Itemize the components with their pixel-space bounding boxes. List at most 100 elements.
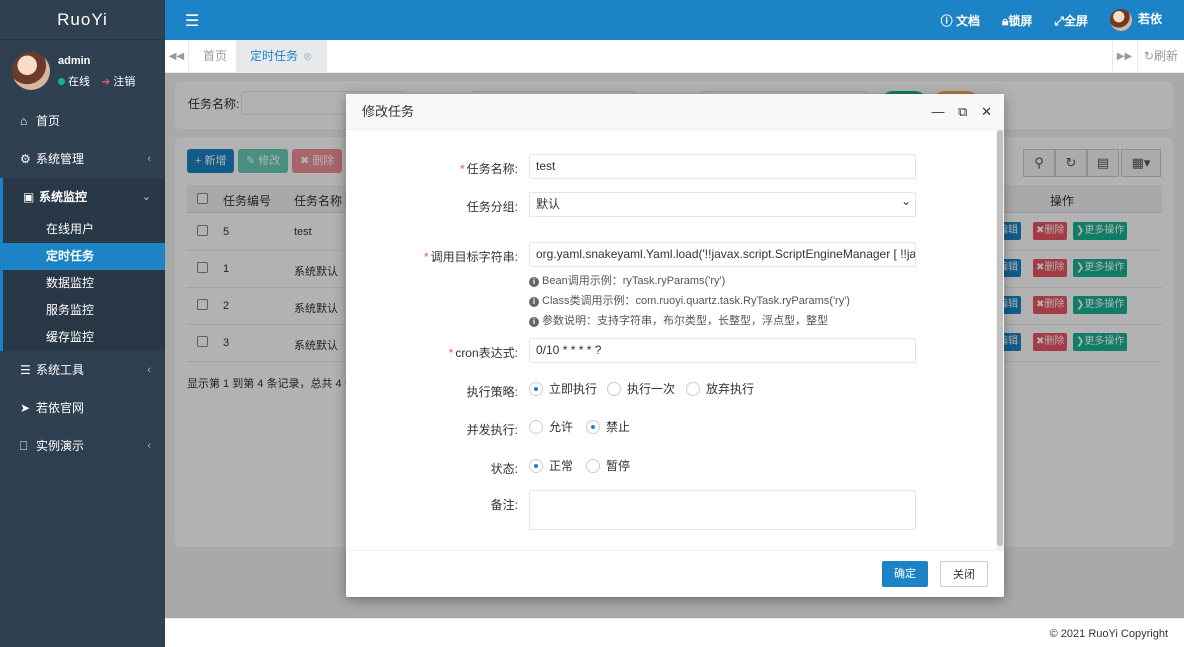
job-group-selected: 默认 — [536, 197, 561, 211]
lock-screen-link[interactable]: 🔒︎锁屏 — [1002, 12, 1032, 29]
sidebar-item-home[interactable]: ⌂ 首页 — [0, 102, 165, 140]
user-name: 若依 — [1137, 12, 1162, 27]
tab-scroll-right-icon[interactable]: ▶▶ — [1112, 40, 1136, 73]
refresh-tab-button[interactable]: ↻刷新 — [1136, 40, 1184, 73]
minimize-icon[interactable]: — — [932, 104, 945, 119]
sidebar-item-demo[interactable]: ⎕ 实例演示 ‹ — [0, 427, 165, 465]
tab-scheduled-tasks[interactable]: 定时任务 ⊗ — [236, 40, 328, 73]
fullscreen-label: 全屏 — [1063, 13, 1088, 28]
online-dot-icon — [58, 78, 65, 85]
misfire-radio-once[interactable]: 执行一次 — [607, 380, 675, 397]
modal-controls: — ⧉ ✕ — [922, 94, 992, 130]
sidebar-item-label: 首页 — [36, 114, 61, 128]
top-navbar: ☰ ⓘ 文档 🔒︎锁屏 ⤢全屏 若依 — [165, 0, 1184, 40]
status-radio-paused[interactable]: 暂停 — [586, 457, 630, 474]
concurrent-label: 并发执行: — [466, 423, 518, 437]
tab-label: 定时任务 — [250, 49, 299, 63]
modal-footer: 确定 关闭 — [346, 550, 1004, 597]
expand-icon: ⤢ — [1054, 13, 1064, 28]
job-name-label: * 任务名称: — [459, 162, 518, 176]
scrollbar-thumb[interactable] — [997, 130, 1003, 546]
status-label: 状态: — [490, 462, 518, 476]
sidebar-item-cache-monitor[interactable]: 缓存监控 — [3, 324, 165, 351]
close-button[interactable]: 关闭 — [940, 561, 988, 587]
concurrent-radio-forbid[interactable]: 禁止 — [586, 418, 630, 435]
tab-home[interactable]: 首页 — [189, 40, 243, 73]
help-bean-example: i Bean调用示例：ryTask.ryParams('ry') — [529, 272, 725, 288]
sidebar-item-label: 系统监控 — [39, 190, 88, 204]
docs-link[interactable]: ⓘ 文档 — [941, 12, 980, 29]
radio-label: 执行一次 — [627, 382, 676, 396]
help-bean-text: Bean调用示例：ryTask.ryParams('ry') — [542, 275, 726, 287]
radio-unchecked-icon — [586, 459, 600, 473]
location-arrow-icon: ➤ — [20, 401, 31, 415]
modal-header: 修改任务 — ⧉ ✕ — [346, 94, 1004, 130]
maximize-icon[interactable]: ⧉ — [958, 104, 967, 119]
job-group-label: 任务分组: — [466, 200, 518, 214]
sidebar-item-tools[interactable]: ☰ 系统工具 ‹ — [0, 351, 165, 389]
remark-label: 备注: — [490, 498, 518, 512]
video-icon: ▣ — [23, 190, 35, 204]
sidebar-item-website[interactable]: ➤ 若依官网 — [0, 389, 165, 427]
cron-input[interactable]: 0/10 * * * * ? — [529, 338, 916, 363]
top-links: ⓘ 文档 🔒︎锁屏 ⤢全屏 若依 — [941, 0, 1184, 40]
tab-scroll-left-icon[interactable]: ◀◀ — [165, 40, 189, 73]
remark-textarea[interactable] — [529, 490, 916, 530]
sidebar-item-server-monitor[interactable]: 服务监控 — [3, 297, 165, 324]
help-class-example: i Class类调用示例：com.ruoyi.quartz.task.RyTask… — [529, 292, 850, 308]
avatar — [1109, 9, 1132, 31]
copyright: © 2021 RuoYi Copyright — [1049, 628, 1168, 640]
radio-unchecked-icon — [529, 420, 543, 434]
info-icon: i — [529, 317, 539, 327]
avatar[interactable] — [12, 52, 50, 90]
info-icon: i — [529, 297, 539, 307]
misfire-radio-abandon[interactable]: 放弃执行 — [686, 380, 754, 397]
sidebar-item-monitor[interactable]: ▣ 系统监控 ⌄ — [0, 178, 165, 216]
confirm-button[interactable]: 确定 — [882, 561, 928, 587]
radio-unchecked-icon — [607, 382, 621, 396]
chevron-left-icon: ‹ — [147, 440, 151, 452]
modal-title: 修改任务 — [362, 104, 415, 119]
fullscreen-link[interactable]: ⤢全屏 — [1054, 12, 1088, 29]
chevron-left-icon: ‹ — [147, 153, 151, 165]
brand-logo: RuoYi — [0, 0, 165, 40]
sidebar-item-system[interactable]: ⚙ 系统管理 ‹ — [0, 140, 165, 178]
sidebar-item-online-users[interactable]: 在线用户 — [3, 216, 165, 243]
info-icon: i — [529, 277, 539, 287]
radio-label: 立即执行 — [549, 382, 598, 396]
close-icon[interactable]: ✕ — [981, 104, 992, 119]
home-icon: ⌂ — [20, 114, 28, 128]
footer: © 2021 RuoYi Copyright — [165, 618, 1184, 647]
sidebar-item-label: 实例演示 — [36, 439, 85, 453]
menu-toggle-icon[interactable]: ☰ — [185, 11, 199, 31]
job-name-label-text: 任务名称: — [466, 162, 518, 176]
sidebar-item-label: 若依官网 — [36, 401, 85, 415]
online-status: 在线 — [68, 76, 90, 88]
modal-body: *任务名称: test 任务分组: 默认 *调用目标字符串: org.yaml.… — [346, 130, 1004, 550]
edit-task-modal: 修改任务 — ⧉ ✕ *任务名称: test 任务分组: 默认 *调用目标字符串… — [346, 94, 1004, 597]
job-name-input[interactable]: test — [529, 154, 916, 179]
sidebar-item-data-monitor[interactable]: 数据监控 — [3, 270, 165, 297]
help-class-text: Class类调用示例：com.ruoyi.quartz.task.RyTask.… — [542, 295, 850, 307]
radio-label: 禁止 — [606, 420, 631, 434]
job-group-select[interactable]: 默认 — [529, 192, 916, 217]
modal-scrollbar[interactable] — [996, 130, 1004, 550]
concurrent-radio-allow[interactable]: 允许 — [529, 418, 573, 435]
invoke-target-label-text: 调用目标字符串: — [430, 250, 518, 264]
status-radio-normal[interactable]: 正常 — [529, 457, 573, 474]
misfire-radio-immediate[interactable]: 立即执行 — [529, 380, 597, 397]
user-menu[interactable]: 若依 — [1109, 9, 1162, 31]
invoke-target-input[interactable]: org.yaml.snakeyaml.Yaml.load('!!javax.sc… — [529, 242, 916, 267]
sidebar-item-scheduled-tasks[interactable]: 定时任务 — [3, 243, 165, 270]
sidebar-submenu: 在线用户 定时任务 数据监控 服务监控 缓存监控 — [0, 216, 165, 351]
logout-link[interactable]: 注销 — [113, 76, 135, 88]
close-tab-icon[interactable]: ⊗ — [303, 51, 312, 63]
radio-checked-icon — [586, 420, 600, 434]
logout-icon: ➜ — [101, 76, 111, 88]
sidebar-item-label: 系统管理 — [36, 152, 85, 166]
gear-icon: ⚙ — [20, 152, 31, 166]
radio-label: 放弃执行 — [706, 382, 755, 396]
docs-label: 文档 — [955, 13, 980, 28]
radio-unchecked-icon — [686, 382, 700, 396]
radio-label: 允许 — [549, 420, 574, 434]
